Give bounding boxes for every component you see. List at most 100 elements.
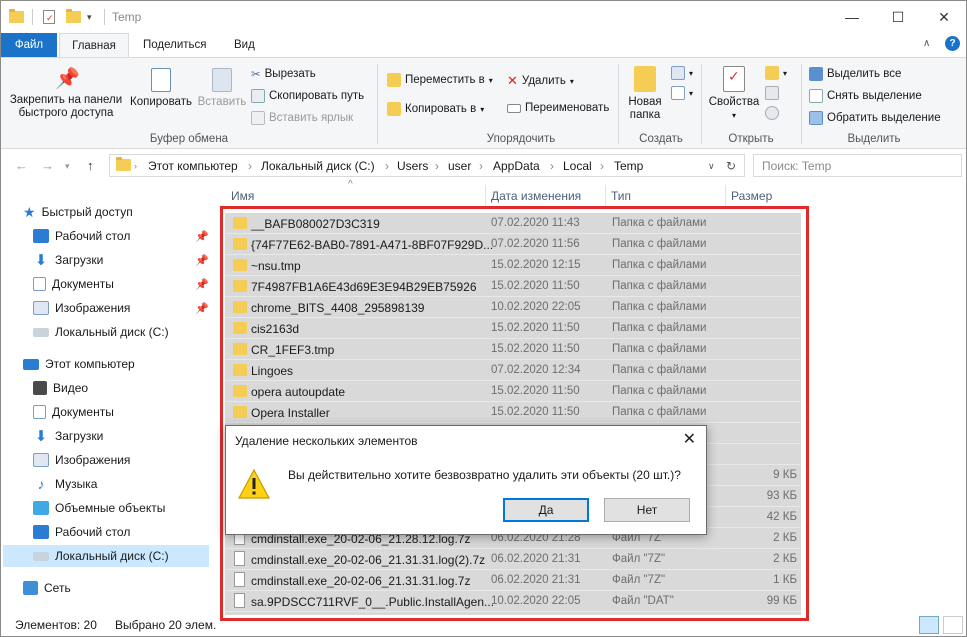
delete-button[interactable]: ✕ Удалить ▾: [507, 73, 574, 89]
tab-share[interactable]: Поделиться: [131, 33, 219, 57]
new-folder-qa-icon[interactable]: [66, 9, 81, 25]
tab-file[interactable]: Файл: [1, 33, 57, 57]
sidebar-item-documents[interactable]: Документы: [33, 401, 114, 423]
address-bar[interactable]: › Этот компьютер › Локальный диск (C:) ›…: [109, 154, 745, 177]
breadcrumb-local[interactable]: Local: [563, 159, 592, 173]
sidebar-item-downloads[interactable]: ⬇ Загрузки: [33, 249, 104, 271]
table-row[interactable]: chrome_BITS_4408_295898139 10.02.2020 22:…: [225, 297, 801, 318]
column-header-size[interactable]: Размер: [731, 189, 772, 207]
column-header-name[interactable]: Имя: [231, 189, 254, 207]
back-arrow-icon[interactable]: ←: [15, 158, 28, 173]
table-row[interactable]: cmdinstall.exe_20-02-06_21.31.31.log.7z 0…: [225, 570, 801, 591]
paste-button[interactable]: Вставить: [196, 68, 248, 109]
sidebar-this-pc[interactable]: Этот компьютер: [23, 353, 135, 375]
copy-label: Копировать: [130, 96, 192, 108]
breadcrumb-user[interactable]: user: [448, 159, 471, 173]
table-row[interactable]: {74F77E62-BAB0-7891-A471-8BF07F929D... 07…: [225, 234, 801, 255]
easy-access-button[interactable]: ▾: [671, 86, 693, 100]
breadcrumb-chevron-icon[interactable]: ›: [600, 159, 604, 173]
table-row[interactable]: cis2163d 15.02.2020 11:50 Папка с файлами: [225, 318, 801, 339]
properties-button[interactable]: ✓ Свойства ▾: [705, 66, 763, 122]
rename-button[interactable]: Переименовать: [507, 102, 609, 114]
sidebar-network[interactable]: Сеть: [23, 577, 71, 599]
breadcrumb-chevron-icon[interactable]: ›: [385, 159, 389, 173]
table-row[interactable]: Lingoes 07.02.2020 12:34 Папка с файлами: [225, 360, 801, 381]
table-row[interactable]: CR_1FEF3.tmp 15.02.2020 11:50 Папка с файл…: [225, 339, 801, 360]
open-button[interactable]: ▾: [765, 66, 787, 80]
sidebar-item-local-disk[interactable]: Локальный диск (C:): [3, 545, 209, 567]
table-row[interactable]: opera autoupdate 15.02.2020 11:50 Папка с …: [225, 381, 801, 402]
sidebar-item-local-disk[interactable]: Локальный диск (C:): [33, 321, 169, 343]
copy-path-button[interactable]: Скопировать путь: [251, 89, 364, 103]
forward-arrow-icon[interactable]: →: [41, 158, 54, 173]
breadcrumb-chevron-icon[interactable]: ›: [550, 159, 554, 173]
history-button[interactable]: [765, 106, 779, 120]
sidebar-item-desktop[interactable]: Рабочий стол: [33, 225, 130, 247]
sidebar-item-pictures[interactable]: Изображения: [33, 297, 130, 319]
breadcrumb-temp[interactable]: Temp: [614, 159, 643, 173]
breadcrumb-this-pc[interactable]: Этот компьютер: [148, 159, 238, 173]
move-to-button[interactable]: Переместить в ▾: [387, 73, 493, 87]
table-row[interactable]: ~nsu.tmp 15.02.2020 12:15 Папка с файлами: [225, 255, 801, 276]
large-icons-view-icon[interactable]: [943, 616, 963, 634]
cut-button[interactable]: ✂ Вырезать: [251, 67, 316, 81]
tab-home[interactable]: Главная: [59, 33, 129, 58]
new-folder-icon: [634, 66, 656, 92]
maximize-button[interactable]: ☐: [875, 1, 921, 33]
recent-dropdown-icon[interactable]: ▾: [65, 161, 70, 172]
search-input[interactable]: Поиск: Temp: [753, 154, 962, 177]
sidebar-item-music[interactable]: ♪ Музыка: [33, 473, 98, 495]
sidebar-item-downloads[interactable]: ⬇ Загрузки: [33, 425, 104, 447]
sidebar-item-3d-objects[interactable]: Объемные объекты: [33, 497, 165, 519]
sidebar-quick-access[interactable]: ★ Быстрый доступ: [23, 201, 133, 223]
breadcrumb-appdata[interactable]: AppData: [493, 159, 540, 173]
paste-shortcut-button[interactable]: Вставить ярлык: [251, 111, 353, 125]
yes-button[interactable]: Да: [503, 498, 589, 522]
table-row[interactable]: __BAFB080027D3C319 07.02.2020 11:43 Папка …: [225, 213, 801, 234]
sidebar-item-documents[interactable]: Документы: [33, 273, 114, 295]
address-dropdown-icon[interactable]: ∨: [708, 161, 715, 172]
select-none-button[interactable]: Снять выделение: [809, 89, 922, 103]
new-folder-label-line2: папка: [629, 109, 661, 121]
breadcrumb-local-disk[interactable]: Локальный диск (C:): [261, 159, 375, 173]
properties-qa-icon[interactable]: ✓: [43, 9, 55, 25]
details-view-icon[interactable]: [919, 616, 939, 634]
up-arrow-icon[interactable]: ↑: [87, 158, 94, 173]
column-header-type[interactable]: Тип: [611, 189, 631, 207]
breadcrumb-chevron-icon[interactable]: ›: [248, 159, 252, 173]
edit-button[interactable]: [765, 86, 779, 100]
close-button[interactable]: ✕: [921, 1, 966, 33]
app-folder-icon: [9, 9, 24, 25]
select-all-button[interactable]: Выделить все: [809, 67, 901, 81]
select-group-label: Выделить: [847, 133, 901, 145]
table-row[interactable]: cmdinstall.exe_20-02-06_21.31.31.log(2).…: [225, 549, 801, 570]
breadcrumb-chevron-icon[interactable]: ›: [134, 161, 137, 171]
pin-to-quick-access-button[interactable]: 📌 Закрепить на панели быстрого доступа: [7, 68, 125, 120]
rename-label: Переименовать: [525, 102, 610, 114]
copy-button[interactable]: Копировать: [127, 68, 195, 109]
minimize-button[interactable]: —: [829, 1, 875, 33]
help-icon[interactable]: ?: [945, 36, 960, 51]
ribbon-separator: [618, 64, 619, 144]
no-button[interactable]: Нет: [604, 498, 690, 522]
table-row[interactable]: Opera Installer 15.02.2020 11:50 Папка с ф…: [225, 402, 801, 423]
breadcrumb-chevron-icon[interactable]: ›: [435, 159, 439, 173]
new-item-button[interactable]: ▾: [671, 66, 693, 80]
pictures-icon: [33, 453, 49, 467]
column-header-date[interactable]: Дата изменения: [491, 189, 581, 207]
invert-selection-button[interactable]: Обратить выделение: [809, 111, 941, 125]
qa-dropdown-icon[interactable]: ▾: [87, 9, 92, 25]
breadcrumb-users[interactable]: Users: [397, 159, 428, 173]
tab-view[interactable]: Вид: [222, 33, 267, 57]
table-row[interactable]: 7F4987FB1A6E43d69E3E94B29EB75926 15.02.20…: [225, 276, 801, 297]
sidebar-item-videos[interactable]: Видео: [33, 377, 88, 399]
copy-to-button[interactable]: Копировать в ▾: [387, 102, 484, 116]
collapse-ribbon-icon[interactable]: ∧: [923, 38, 930, 49]
refresh-icon[interactable]: ↻: [726, 159, 736, 173]
table-row[interactable]: sa.9PDSCC711RVF_0__.Public.InstallAgen..…: [225, 591, 801, 612]
breadcrumb-chevron-icon[interactable]: ›: [479, 159, 483, 173]
sidebar-item-pictures[interactable]: Изображения: [33, 449, 130, 471]
dialog-close-button[interactable]: ✕: [683, 429, 696, 449]
sidebar-item-desktop[interactable]: Рабочий стол: [33, 521, 130, 543]
new-folder-button[interactable]: Новая папка: [623, 66, 667, 122]
